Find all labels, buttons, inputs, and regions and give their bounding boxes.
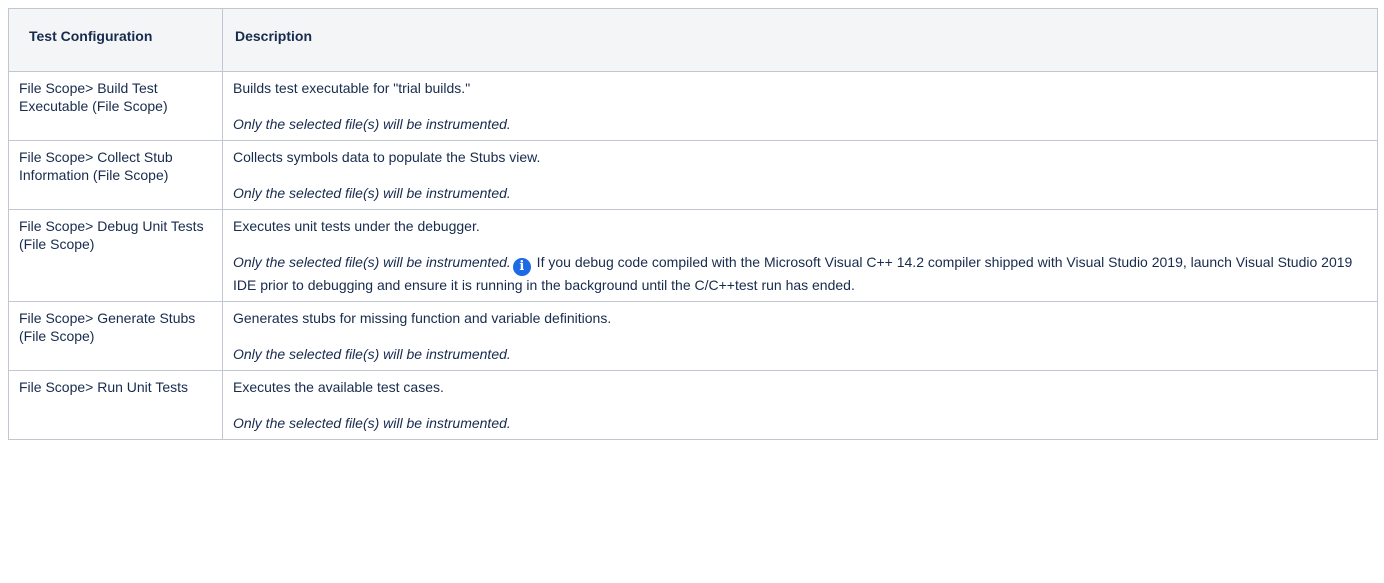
table-row: File Scope> Debug Unit Tests (File Scope… xyxy=(8,209,1378,302)
header-test-configuration: Test Configuration xyxy=(8,8,223,72)
page-content: Test Configuration Description File Scop… xyxy=(0,0,1384,440)
row-summary: Executes the available test cases. xyxy=(233,379,444,395)
row-description: Collects symbols data to populate the St… xyxy=(222,140,1378,210)
table-header-row: Test Configuration Description xyxy=(8,8,1378,72)
row-note: Only the selected file(s) will be instru… xyxy=(233,253,1367,294)
row-note: Only the selected file(s) will be instru… xyxy=(233,184,1367,202)
row-config-name: File Scope> Collect Stub Information (Fi… xyxy=(8,140,223,210)
table-row: File Scope> Build Test Executable (File … xyxy=(8,71,1378,141)
row-note: Only the selected file(s) will be instru… xyxy=(233,115,1367,133)
row-config-name: File Scope> Debug Unit Tests (File Scope… xyxy=(8,209,223,302)
row-config-name: File Scope> Run Unit Tests xyxy=(8,370,223,440)
row-note-text: Only the selected file(s) will be instru… xyxy=(233,346,511,362)
row-summary: Builds test executable for "trial builds… xyxy=(233,80,471,96)
row-note: Only the selected file(s) will be instru… xyxy=(233,345,1367,363)
row-description: Executes unit tests under the debugger. … xyxy=(222,209,1378,302)
row-description: Builds test executable for "trial builds… xyxy=(222,71,1378,141)
header-description: Description xyxy=(222,8,1378,72)
row-summary: Executes unit tests under the debugger. xyxy=(233,218,480,234)
table-row: File Scope> Generate Stubs (File Scope) … xyxy=(8,301,1378,371)
row-note-text: Only the selected file(s) will be instru… xyxy=(233,254,511,270)
table-row: File Scope> Run Unit Tests Executes the … xyxy=(8,370,1378,440)
row-config-name: File Scope> Generate Stubs (File Scope) xyxy=(8,301,223,371)
row-summary: Generates stubs for missing function and… xyxy=(233,310,612,326)
test-configuration-table: Test Configuration Description File Scop… xyxy=(8,8,1378,440)
table-row: File Scope> Collect Stub Information (Fi… xyxy=(8,140,1378,210)
row-config-name: File Scope> Build Test Executable (File … xyxy=(8,71,223,141)
row-note-text: Only the selected file(s) will be instru… xyxy=(233,185,511,201)
info-icon: i xyxy=(512,258,531,276)
row-description: Generates stubs for missing function and… xyxy=(222,301,1378,371)
row-note-text: Only the selected file(s) will be instru… xyxy=(233,116,511,132)
row-description: Executes the available test cases. Only … xyxy=(222,370,1378,440)
row-note: Only the selected file(s) will be instru… xyxy=(233,414,1367,432)
row-note-text: Only the selected file(s) will be instru… xyxy=(233,415,511,431)
row-summary: Collects symbols data to populate the St… xyxy=(233,149,541,165)
